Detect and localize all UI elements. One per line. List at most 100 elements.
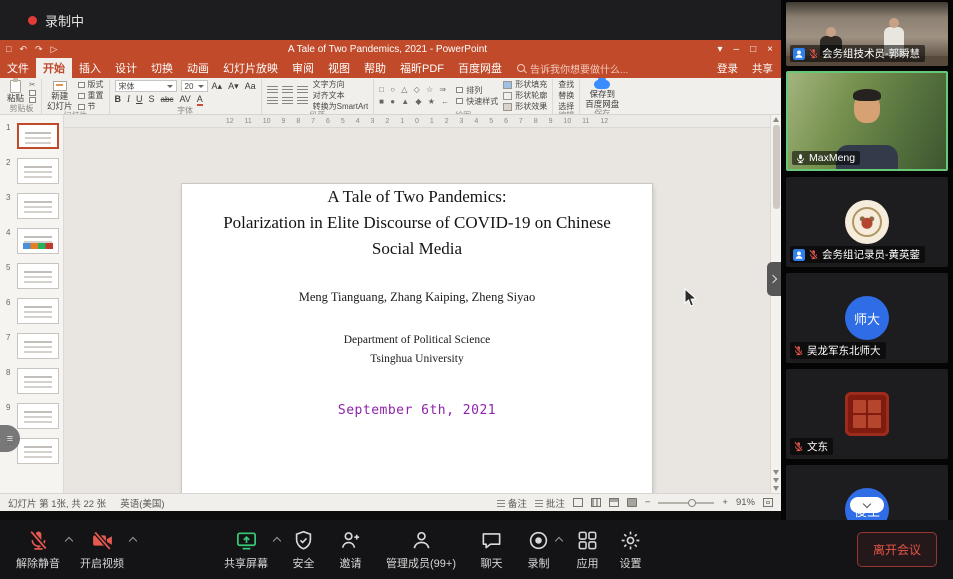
next-slide-button[interactable] — [773, 486, 779, 491]
shape-outline-button[interactable]: 形状轮廓 — [503, 91, 547, 100]
sidebar-collapse-handle[interactable] — [767, 262, 781, 296]
reading-view-button[interactable] — [609, 498, 619, 507]
normal-view-button[interactable] — [573, 498, 583, 507]
slide-thumbnail[interactable]: 9 — [6, 403, 59, 429]
participant-tile[interactable]: 会务组记录员-黄英蓥 — [786, 177, 948, 267]
scroll-up-arrow[interactable] — [773, 117, 779, 122]
thumbnail-preview[interactable] — [17, 368, 59, 394]
zoom-level[interactable]: 91% — [736, 497, 755, 508]
thumbnail-preview[interactable] — [17, 158, 59, 184]
smartart-button[interactable]: 转换为SmartArt — [313, 102, 369, 111]
align-center-icon[interactable] — [282, 97, 293, 106]
text-direction-button[interactable]: 文字方向 — [313, 80, 369, 89]
notes-button[interactable]: 备注 — [497, 496, 527, 510]
slide-thumbnail[interactable]: 7 — [6, 333, 59, 359]
tab-view[interactable]: 视图 — [321, 58, 357, 78]
collapse-videos-button[interactable] — [850, 497, 884, 513]
apps-button[interactable]: 应用 — [576, 529, 599, 571]
manage-members-button[interactable]: 管理成员(99+) — [386, 529, 456, 571]
tellme-search[interactable]: 告诉我你想要做什么... — [517, 61, 628, 76]
thumbnail-preview[interactable] — [17, 403, 59, 429]
tab-baidu-netdisk[interactable]: 百度网盘 — [451, 58, 509, 78]
indent-icon[interactable] — [297, 86, 308, 95]
language-status[interactable]: 英语(美国) — [120, 496, 164, 510]
settings-button[interactable]: 设置 — [619, 529, 642, 571]
slide-sorter-button[interactable] — [591, 498, 601, 507]
align-left-icon[interactable] — [267, 97, 278, 106]
zoom-slider-handle[interactable] — [688, 499, 696, 507]
strikethrough-button[interactable]: abc — [161, 95, 174, 104]
character-spacing-button[interactable]: AV — [179, 94, 190, 104]
slide-thumbnail[interactable]: 6 — [6, 298, 59, 324]
change-case-button[interactable]: Aa — [245, 81, 256, 91]
previous-slide-button[interactable] — [773, 478, 779, 483]
tab-insert[interactable]: 插入 — [72, 58, 108, 78]
bold-button[interactable]: B — [115, 94, 122, 104]
unmute-button[interactable]: 解除静音 — [16, 529, 60, 571]
redo-icon[interactable]: ↷ — [35, 44, 43, 55]
thumbnail-preview[interactable] — [17, 228, 59, 254]
shrink-font-button[interactable]: A▾ — [228, 81, 239, 92]
format-painter-icon[interactable] — [29, 97, 36, 103]
chat-button[interactable]: 聊天 — [480, 529, 503, 571]
slide-canvas[interactable]: 12 11 10 9 8 7 6 5 4 3 2 1 0 1 2 3 4 5 6… — [64, 115, 770, 493]
leave-meeting-button[interactable]: 离开会议 — [857, 532, 937, 567]
thumbnail-preview[interactable] — [17, 298, 59, 324]
fit-slide-button[interactable] — [763, 498, 773, 507]
save-icon[interactable]: □ — [6, 44, 11, 54]
tab-design[interactable]: 设计 — [108, 58, 144, 78]
reset-button[interactable]: 重置 — [78, 91, 104, 100]
arrange-button[interactable]: 排列 — [456, 86, 498, 95]
tab-file[interactable]: 文件 — [0, 58, 36, 78]
zoom-out-button[interactable]: − — [645, 497, 651, 508]
font-name-select[interactable]: 宋体 — [115, 80, 177, 92]
text-shadow-button[interactable]: S — [149, 94, 155, 104]
numbering-icon[interactable] — [282, 86, 293, 95]
participant-tile[interactable]: 会务组技术员-郭瞬慧 — [786, 2, 948, 66]
new-slide-button[interactable]: 新建幻灯片 — [47, 81, 73, 111]
zoom-slider[interactable] — [658, 502, 714, 504]
signin-button[interactable]: 登录 — [717, 61, 738, 76]
slide-thumbnail[interactable]: 8 — [6, 368, 59, 394]
share-menu-chevron[interactable] — [273, 536, 281, 544]
thumbnail-preview[interactable] — [17, 193, 59, 219]
vertical-scrollbar[interactable] — [770, 115, 781, 493]
minimize-button[interactable]: – — [734, 44, 740, 55]
unmute-menu-chevron[interactable] — [65, 536, 73, 544]
shapes-gallery[interactable]: □ ○ △ ◇ ☆ ⇒ ■ ● ▲ ◆ ★ ← — [379, 85, 451, 107]
font-size-select[interactable]: 20 — [181, 80, 208, 92]
slide-thumbnail[interactable]: 3 — [6, 193, 59, 219]
bullets-icon[interactable] — [267, 86, 278, 95]
tab-slideshow[interactable]: 幻灯片放映 — [216, 58, 285, 78]
comments-button[interactable]: 批注 — [535, 496, 565, 510]
shape-fill-button[interactable]: 形状填充 — [503, 80, 547, 89]
scroll-down-arrow[interactable] — [773, 470, 779, 475]
tab-animations[interactable]: 动画 — [180, 58, 216, 78]
shape-effects-button[interactable]: 形状效果 — [503, 102, 547, 111]
slide-thumbnail[interactable]: 2 — [6, 158, 59, 184]
align-text-button[interactable]: 对齐文本 — [313, 91, 369, 100]
tab-home[interactable]: 开始 — [36, 58, 72, 78]
copy-icon[interactable] — [29, 90, 36, 96]
slide-thumbnail[interactable]: 4 — [6, 228, 59, 254]
zoom-in-button[interactable]: + — [722, 497, 728, 508]
italic-button[interactable]: I — [127, 94, 130, 104]
align-right-icon[interactable] — [297, 97, 308, 106]
quick-styles-button[interactable]: 快速样式 — [456, 97, 498, 106]
font-color-button[interactable]: A — [197, 95, 203, 106]
security-button[interactable]: 安全 — [292, 529, 315, 571]
slide-thumbnail[interactable]: 1 — [6, 123, 59, 149]
share-screen-button[interactable]: 共享屏幕 — [224, 529, 268, 571]
find-button[interactable]: 查找 — [558, 80, 574, 89]
layout-button[interactable]: 版式 — [78, 80, 104, 89]
slide[interactable]: A Tale of Two Pandemics: Polarization in… — [182, 184, 652, 493]
select-button[interactable]: 选择 — [558, 102, 574, 111]
slide-thumbnail[interactable]: 5 — [6, 263, 59, 289]
thumbnail-preview[interactable] — [17, 123, 59, 149]
cut-icon[interactable]: ✂ — [29, 81, 36, 89]
replace-button[interactable]: 替换 — [558, 91, 574, 100]
tab-help[interactable]: 帮助 — [357, 58, 393, 78]
participant-tile[interactable]: 师大 吴龙军东北师大 — [786, 273, 948, 363]
paste-button[interactable]: 粘贴 — [7, 80, 24, 103]
start-slideshow-icon[interactable]: ▷ — [51, 44, 58, 55]
